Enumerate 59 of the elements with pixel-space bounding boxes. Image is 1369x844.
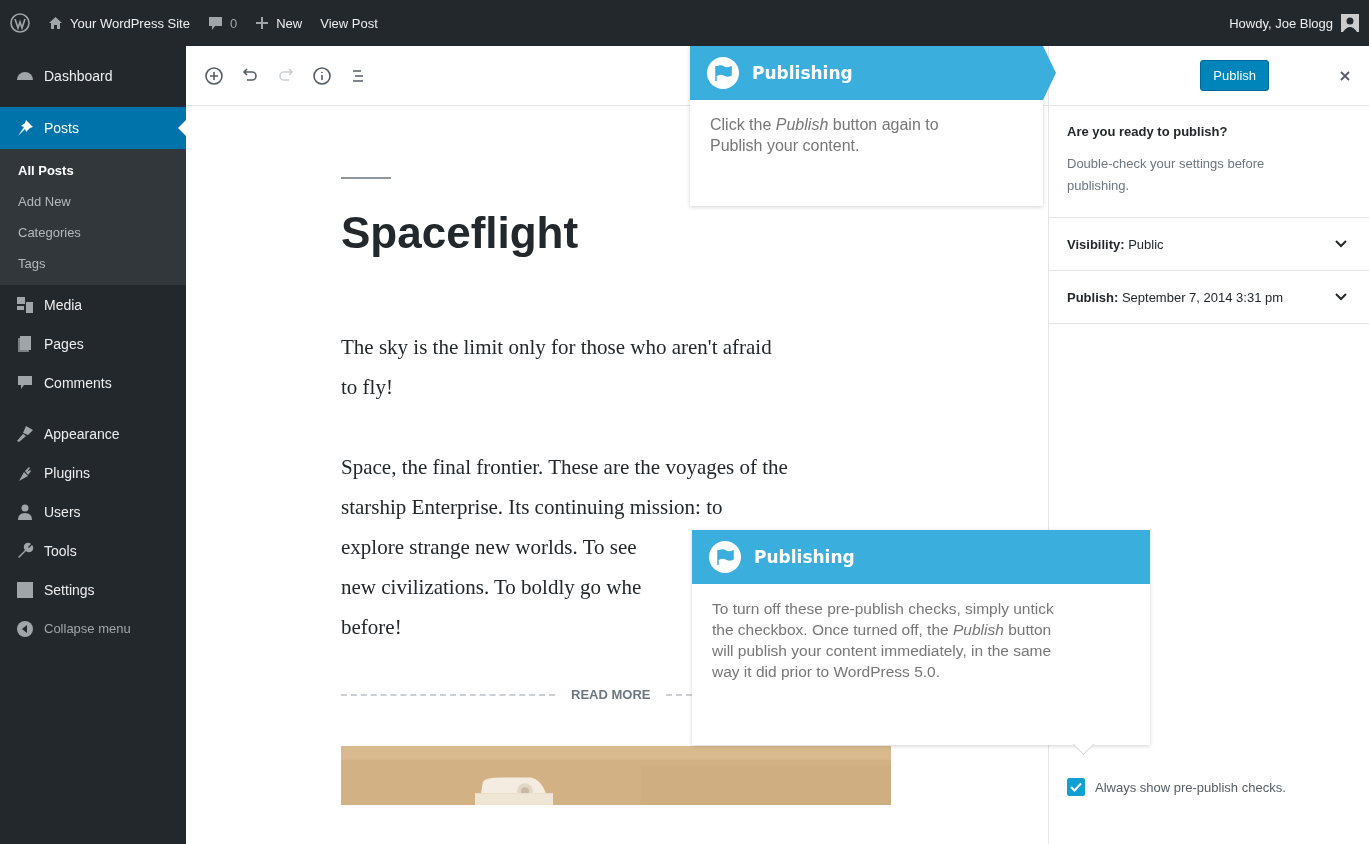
- checkbox-label[interactable]: Always show pre-publish checks.: [1095, 779, 1286, 795]
- wrench-icon: [16, 541, 34, 560]
- chevron-down-icon: [1335, 240, 1347, 248]
- account-greeting[interactable]: Howdy, Joe Blogg: [1229, 15, 1333, 31]
- avatar-icon[interactable]: [1341, 14, 1359, 32]
- menu-item[interactable]: Settings: [0, 570, 186, 609]
- tooltip-text: To turn off these pre-publish checks, simply untick the checkbox. Once turned off, the Publish button will publish your content immediately, in the same way it did prior to WordPress 5.0.: [711, 599, 1055, 682]
- collapse-menu-button[interactable]: Collapse menu: [0, 609, 186, 648]
- menu-item[interactable]: Dashboard: [0, 56, 186, 95]
- view-post-link[interactable]: View Post: [320, 15, 378, 31]
- plus-icon: [255, 16, 270, 30]
- menu-item[interactable]: Plugins: [0, 453, 186, 492]
- settings-icon: [16, 580, 34, 599]
- tooltip-text: Click the Publish button again to Publish your content.: [709, 115, 940, 156]
- menu-item[interactable]: Pages: [0, 324, 186, 363]
- submenu-item[interactable]: All Posts: [0, 155, 186, 186]
- setting-label: Visibility: Public: [1067, 236, 1164, 252]
- settings-row[interactable]: Visibility: Public: [1049, 218, 1369, 271]
- menu-item[interactable]: Tools: [0, 531, 186, 570]
- submenu-item[interactable]: Tags: [0, 248, 186, 279]
- chevron-down-icon: [1335, 293, 1347, 301]
- close-icon[interactable]: [1339, 69, 1351, 82]
- menu-item[interactable]: Posts: [0, 107, 186, 149]
- paragraph-line[interactable]: Space, the final frontier. These are the voyages of the: [341, 447, 1048, 487]
- publish-button[interactable]: Publish: [1200, 60, 1269, 91]
- flag-icon: [708, 540, 742, 574]
- speech-bubble-icon: [207, 15, 223, 31]
- setting-label: Publish: September 7, 2014 3:31 pm: [1067, 289, 1284, 305]
- comments-link[interactable]: 0: [207, 15, 238, 31]
- submenu-item[interactable]: Add New: [0, 186, 186, 217]
- site-link[interactable]: Your WordPress Site: [48, 15, 190, 31]
- home-icon: [48, 16, 63, 30]
- title-separator: [341, 177, 391, 179]
- menu-item[interactable]: Comments: [0, 363, 186, 402]
- pin-icon: [16, 119, 34, 137]
- read-more-label: READ MORE: [571, 687, 651, 702]
- collapse-icon: [16, 619, 34, 638]
- paragraph-line[interactable]: starship Enterprise. Its continuing mission: to: [341, 487, 1048, 527]
- flag-icon: [706, 56, 740, 90]
- tooltip-title: Publishing: [752, 63, 853, 83]
- new-link[interactable]: New: [255, 15, 303, 31]
- paragraph-line[interactable]: to fly!: [341, 367, 1048, 407]
- brush-icon: [16, 424, 34, 443]
- pages-icon: [16, 334, 34, 353]
- panel-heading: Are you ready to publish?: [1067, 124, 1229, 139]
- media-icon: [16, 295, 34, 314]
- menu-item[interactable]: Appearance: [0, 414, 186, 453]
- paragraph-line[interactable]: The sky is the limit only for those who aren't afraid: [341, 327, 1048, 367]
- user-icon: [16, 502, 34, 521]
- menu-item[interactable]: Users: [0, 492, 186, 531]
- menu-item[interactable]: Media: [0, 285, 186, 324]
- settings-row[interactable]: Publish: September 7, 2014 3:31 pm: [1049, 271, 1369, 324]
- current-pointer: [178, 120, 186, 136]
- panel-description: Double-check your settings before publishing.: [1067, 155, 1266, 195]
- tooltip-title: Publishing: [754, 547, 855, 567]
- wordpress-logo-icon[interactable]: [10, 13, 30, 33]
- submenu-item[interactable]: Categories: [0, 217, 186, 248]
- post-title[interactable]: Spaceflight: [341, 203, 1048, 263]
- checkbox[interactable]: [1067, 778, 1085, 796]
